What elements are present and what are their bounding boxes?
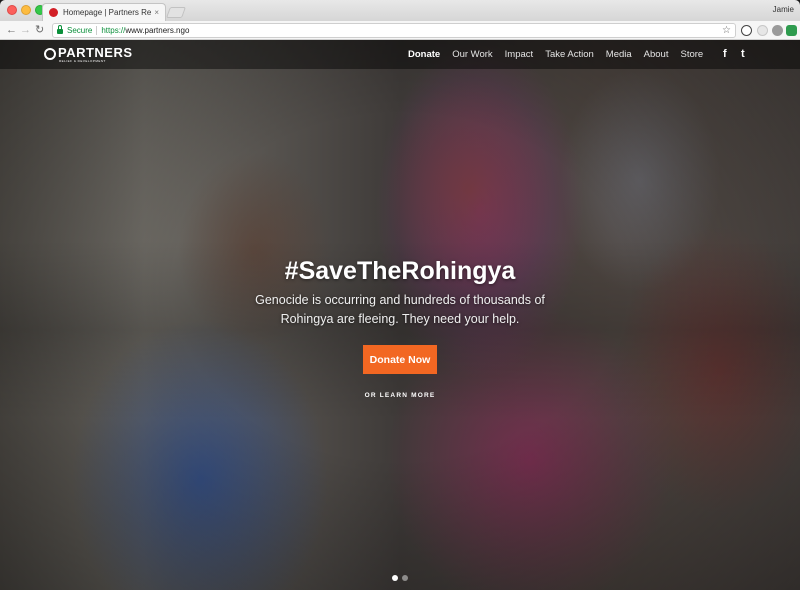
- secure-label: Secure: [67, 26, 93, 35]
- address-separator: [96, 26, 98, 35]
- back-icon[interactable]: ←: [6, 24, 17, 36]
- logo-text: PARTNERS: [58, 45, 133, 60]
- nav-impact[interactable]: Impact: [505, 49, 534, 60]
- reload-icon[interactable]: ↻: [35, 24, 44, 36]
- logo-mark-icon: [44, 48, 56, 60]
- hero-title-bold: Rohingya: [401, 257, 516, 285]
- address-bar[interactable]: Secure https:// www.partners.ngo ☆: [52, 23, 736, 38]
- profile-name[interactable]: Jamie: [773, 5, 794, 14]
- minimize-window-button[interactable]: [21, 5, 31, 15]
- nav-donate[interactable]: Donate: [408, 49, 440, 60]
- twitter-icon[interactable]: t: [741, 48, 745, 60]
- nav-our-work[interactable]: Our Work: [452, 49, 492, 60]
- bookmark-star-icon[interactable]: ☆: [722, 25, 731, 37]
- learn-more-link[interactable]: OR LEARN MORE: [0, 392, 800, 399]
- facebook-icon[interactable]: f: [723, 48, 727, 60]
- nav-media[interactable]: Media: [606, 49, 632, 60]
- favicon-icon: [49, 8, 58, 17]
- forward-icon[interactable]: →: [20, 24, 31, 36]
- close-window-button[interactable]: [7, 5, 17, 15]
- browser-window: Homepage | Partners Relief & D × Jamie ←…: [0, 0, 800, 590]
- slide-dot-1[interactable]: [392, 575, 398, 581]
- main-nav: Donate Our Work Impact Take Action Media…: [408, 40, 715, 69]
- browser-tab[interactable]: Homepage | Partners Relief & D ×: [42, 3, 166, 21]
- partners-logo[interactable]: PARTNERS RELIEF & DEVELOPMENT: [44, 45, 132, 64]
- browser-toolbar: ← → ↻ Secure https:// www.partners.ngo ☆: [0, 21, 800, 40]
- extension-circle-icon[interactable]: [757, 25, 768, 36]
- nav-take-action[interactable]: Take Action: [545, 49, 594, 60]
- tab-close-icon[interactable]: ×: [154, 8, 159, 17]
- extension-green-icon[interactable]: [786, 25, 797, 36]
- lock-icon: [57, 25, 63, 34]
- site-header: PARTNERS RELIEF & DEVELOPMENT Donate Our…: [0, 40, 800, 69]
- slide-indicators: [392, 575, 412, 581]
- nav-store[interactable]: Store: [680, 49, 703, 60]
- url-host: www.partners.ngo: [125, 26, 190, 35]
- tab-title: Homepage | Partners Relief & D: [63, 8, 152, 17]
- webpage: PARTNERS RELIEF & DEVELOPMENT Donate Our…: [0, 40, 800, 590]
- extension-info-icon[interactable]: [741, 25, 752, 36]
- hero-subtitle: Genocide is occurring and hundreds of th…: [255, 293, 545, 326]
- url-scheme: https://: [101, 26, 126, 35]
- tab-strip: Homepage | Partners Relief & D × Jamie: [0, 0, 800, 21]
- slide-dot-2[interactable]: [402, 575, 408, 581]
- donate-now-button[interactable]: Donate Now: [363, 345, 437, 374]
- new-tab-button[interactable]: [165, 7, 187, 18]
- extension-gray-icon[interactable]: [772, 25, 783, 36]
- nav-about[interactable]: About: [644, 49, 669, 60]
- hero-title: #SaveTheRohingya: [0, 257, 800, 286]
- logo-subtext: RELIEF & DEVELOPMENT: [59, 59, 106, 63]
- hero-title-light: #SaveThe: [284, 257, 402, 285]
